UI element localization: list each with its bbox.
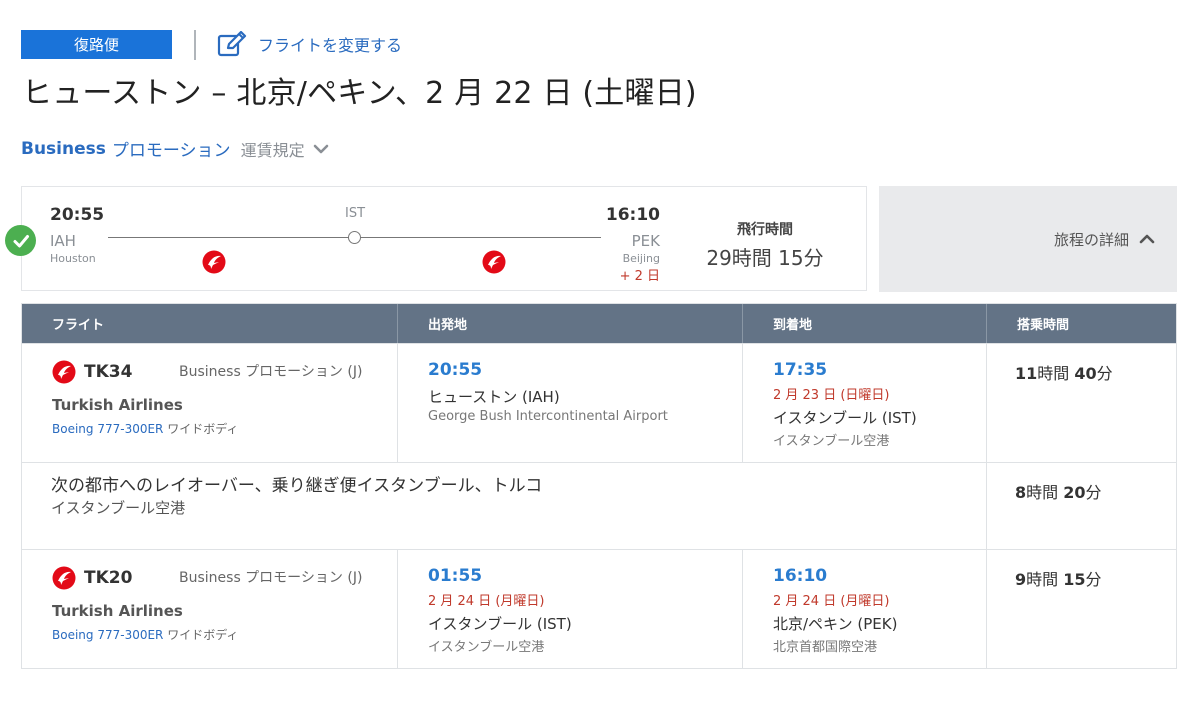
arrival-date: 2 月 23 日 (日曜日) xyxy=(773,388,890,403)
flight-duration-label: 飛行時間 xyxy=(737,222,793,238)
arrival-airport: イスタンブール空港 xyxy=(773,434,890,449)
header-arrival: 到着地 xyxy=(743,304,987,343)
turkish-airlines-logo-icon xyxy=(52,566,76,590)
summary-arrival-time: 16:10 xyxy=(605,205,660,225)
header-divider xyxy=(194,30,196,60)
aircraft-body-type: ワイドボディ xyxy=(167,628,239,642)
layover-info-cell: 次の都市へのレイオーバー、乗り継ぎ便イスタンブール、トルコ イスタンブール空港 xyxy=(22,463,987,549)
departure-city: イスタンブール (IST) xyxy=(428,615,572,633)
return-flight-badge: 復路便 xyxy=(21,30,172,59)
layover-duration: 8時間 20分 xyxy=(1015,483,1102,502)
flight-number-label: TK20 xyxy=(84,568,133,588)
departure-airport: イスタンブール空港 xyxy=(428,640,545,655)
departure-time: 01:55 xyxy=(428,566,483,586)
departure-cell: 20:55 ヒューストン (IAH) George Bush Intercont… xyxy=(398,344,743,462)
arrival-day-offset: + 2 日 xyxy=(619,269,660,284)
flight-number: TK34 xyxy=(52,360,132,384)
fare-rules-link[interactable]: 運賃規定 xyxy=(241,137,305,161)
flight-cell: TK34 Business プロモーション (J) Turkish Airlin… xyxy=(22,344,398,462)
departure-date: 2 月 24 日 (月曜日) xyxy=(428,594,545,609)
departure-cell: 01:55 2 月 24 日 (月曜日) イスタンブール (IST) イスタンブ… xyxy=(398,550,743,668)
arrival-time: 16:10 xyxy=(773,566,828,586)
arrival-cell: 16:10 2 月 24 日 (月曜日) 北京/ペキン (PEK) 北京首都国際… xyxy=(743,550,987,668)
arrival-city: イスタンブール (IST) xyxy=(773,409,917,427)
change-flight-link[interactable]: フライトを変更する xyxy=(217,31,402,57)
header-duration: 搭乗時間 xyxy=(1017,318,1070,333)
duration-cell: 11時間 40分 xyxy=(987,344,1176,462)
summary-departure-code: IAH xyxy=(50,232,76,250)
departure-city: ヒューストン (IAH) xyxy=(428,388,560,406)
table-header: フライト 出発地 到着地 搭乗時間 xyxy=(22,304,1176,343)
segment-table: フライト 出発地 到着地 搭乗時間 TK34 Business プロモーション … xyxy=(21,303,1177,669)
fare-promo: プロモーション xyxy=(111,141,231,161)
segment-duration: 9時間 15分 xyxy=(1015,570,1102,589)
arrival-date: 2 月 24 日 (月曜日) xyxy=(773,594,890,609)
departure-airport: George Bush Intercontinental Airport xyxy=(428,409,668,424)
summary-departure-time: 20:55 xyxy=(50,205,105,225)
itinerary-details-label: 旅程の詳細 xyxy=(1053,230,1129,249)
layover-airport: イスタンブール空港 xyxy=(51,499,186,517)
layover-row: 次の都市へのレイオーバー、乗り継ぎ便イスタンブール、トルコ イスタンブール空港 … xyxy=(22,462,1176,549)
edit-icon xyxy=(217,31,247,57)
layover-text: 次の都市へのレイオーバー、乗り継ぎ便イスタンブール、トルコ xyxy=(51,476,543,496)
page-title: ヒューストン – 北京/ペキン、2 月 22 日 (土曜日) xyxy=(22,76,697,111)
turkish-airlines-logo-icon xyxy=(202,250,226,274)
stop-dot xyxy=(348,231,361,244)
duration-cell: 9時間 15分 xyxy=(987,550,1176,668)
arrival-time: 17:35 xyxy=(773,360,828,380)
aircraft-info: Boeing 777-300ER ワイドボディ xyxy=(52,626,238,643)
table-row: TK20 Business プロモーション (J) Turkish Airlin… xyxy=(22,549,1176,668)
summary-stop-code: IST xyxy=(344,206,366,221)
summary-arrival-code: PEK xyxy=(631,232,660,250)
flight-number: TK20 xyxy=(52,566,132,590)
summary-arrival-city: Beijing xyxy=(622,252,660,265)
itinerary-details-toggle[interactable]: 旅程の詳細 xyxy=(879,186,1177,292)
flight-number-label: TK34 xyxy=(84,362,133,382)
aircraft-model-link[interactable]: Boeing 777-300ER xyxy=(52,628,163,642)
fare-class: Business xyxy=(21,138,106,159)
aircraft-body-type: ワイドボディ xyxy=(167,422,239,436)
layover-duration-cell: 8時間 20分 xyxy=(987,463,1176,549)
change-flight-label: フライトを変更する xyxy=(258,36,403,55)
chevron-up-icon xyxy=(1139,234,1155,244)
fare-row: Business プロモーション 運賃規定 xyxy=(21,136,329,161)
flight-duration-value: 29時間 15分 xyxy=(706,246,824,270)
cabin-class: Business プロモーション (J) xyxy=(179,570,363,586)
cabin-class: Business プロモーション (J) xyxy=(179,364,363,380)
flight-cell: TK20 Business プロモーション (J) Turkish Airlin… xyxy=(22,550,398,668)
chevron-down-icon[interactable] xyxy=(313,143,329,155)
airline-name: Turkish Airlines xyxy=(52,602,183,620)
departure-time: 20:55 xyxy=(428,360,483,380)
check-icon xyxy=(5,225,36,256)
arrival-cell: 17:35 2 月 23 日 (日曜日) イスタンブール (IST) イスタンブ… xyxy=(743,344,987,462)
aircraft-model-link[interactable]: Boeing 777-300ER xyxy=(52,422,163,436)
turkish-airlines-logo-icon xyxy=(482,250,506,274)
airline-name: Turkish Airlines xyxy=(52,396,183,414)
header-departure: 出発地 xyxy=(398,304,743,343)
table-row: TK34 Business プロモーション (J) Turkish Airlin… xyxy=(22,343,1176,462)
arrival-airport: 北京首都国際空港 xyxy=(773,640,878,655)
header-flight: フライト xyxy=(22,304,398,343)
segment-duration: 11時間 40分 xyxy=(1015,364,1113,383)
arrival-city: 北京/ペキン (PEK) xyxy=(773,615,898,633)
summary-departure-city: Houston xyxy=(50,252,96,265)
aircraft-info: Boeing 777-300ER ワイドボディ xyxy=(52,420,238,437)
turkish-airlines-logo-icon xyxy=(52,360,76,384)
